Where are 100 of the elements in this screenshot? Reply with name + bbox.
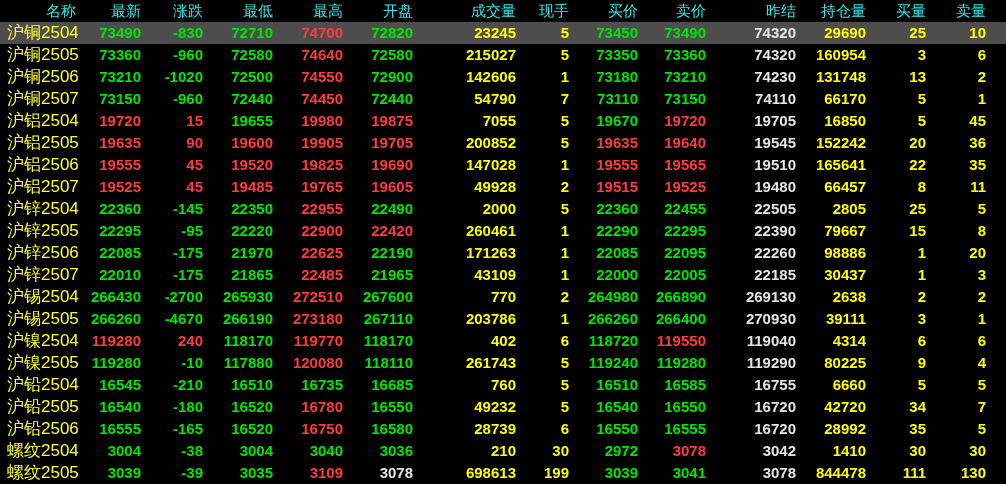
table-cell[interactable]: 沪铅2505 — [0, 396, 78, 418]
table-cell[interactable]: 沪铝2506 — [0, 154, 78, 176]
table-cell-text: 16520 — [230, 397, 274, 417]
column-header[interactable]: 最低 — [205, 0, 275, 23]
table-cell-text: 1 — [559, 265, 570, 285]
table-cell-text: 3039 — [106, 463, 142, 483]
table-cell-text: 118170 — [222, 331, 274, 351]
table-cell-text: 267600 — [361, 287, 414, 307]
table-cell[interactable]: 沪铜2504 — [0, 22, 78, 44]
table-cell-text: 203786 — [464, 309, 517, 329]
table-cell-text: 1 — [976, 309, 987, 329]
table-cell-text: 266260 — [89, 309, 142, 329]
table-cell-text: 3109 — [308, 463, 344, 483]
table-cell-text: -1020 — [163, 67, 204, 87]
table-cell: 73490 — [640, 22, 708, 44]
table-cell-text: 698613 — [464, 463, 517, 483]
column-header[interactable]: 卖量 — [928, 0, 1006, 23]
table-cell[interactable]: 沪铝2505 — [0, 132, 78, 154]
column-header[interactable]: 现手 — [518, 0, 571, 23]
table-cell-text: 270930 — [744, 309, 797, 329]
table-cell[interactable]: 沪铜2505 — [0, 44, 78, 66]
table-cell-text: 19825 — [300, 155, 344, 175]
table-cell-text: 19635 — [98, 133, 142, 153]
table-cell-text: 22360 — [98, 199, 142, 219]
table-cell-text: 16735 — [300, 375, 344, 395]
column-header[interactable]: 成交量 — [415, 0, 518, 23]
table-cell-text: 16510 — [595, 375, 639, 395]
table-cell[interactable]: 沪镍2505 — [0, 352, 78, 374]
table-cell[interactable]: 沪镍2504 — [0, 330, 78, 352]
column-header[interactable]: 开盘 — [345, 0, 415, 23]
table-cell[interactable]: 沪锡2504 — [0, 286, 78, 308]
table-cell-text: 200852 — [464, 133, 517, 153]
table-cell-text: 73350 — [595, 45, 639, 65]
table-cell[interactable]: 沪铜2507 — [0, 88, 78, 110]
table-cell[interactable]: 螺纹2505 — [0, 462, 78, 484]
table-cell-text: 3039 — [603, 463, 639, 483]
table-cell-text: 19655 — [230, 111, 274, 131]
column-header[interactable]: 持仓量 — [798, 0, 868, 23]
table-cell-text: 28992 — [823, 419, 867, 439]
table-cell-text: -4670 — [163, 309, 204, 329]
table-cell-text: 7 — [976, 397, 987, 417]
table-cell-text: -165 — [171, 419, 204, 439]
table-cell-text: 5 — [916, 89, 927, 109]
table-cell-text: 36 — [968, 133, 987, 153]
table-cell-text: 1 — [916, 243, 927, 263]
table-cell[interactable]: 沪锌2506 — [0, 242, 78, 264]
table-cell-text: 22290 — [595, 221, 639, 241]
table-cell-text: -175 — [171, 243, 204, 263]
table-cell-text: 152242 — [814, 133, 867, 153]
table-cell-text: 22185 — [753, 265, 797, 285]
table-cell-text: 160954 — [814, 45, 867, 65]
table-cell-text: 267110 — [362, 309, 414, 329]
table-cell-text: 22220 — [230, 221, 274, 241]
table-cell-text: 19670 — [595, 111, 639, 131]
table-cell-text: 1 — [559, 243, 570, 263]
table-cell-text: 2972 — [603, 441, 639, 461]
table-cell-text: 72440 — [370, 89, 414, 109]
table-cell-text: -960 — [171, 89, 204, 109]
table-cell[interactable]: 沪锌2504 — [0, 198, 78, 220]
column-header[interactable]: 昨结 — [708, 0, 798, 23]
column-header[interactable]: 卖价 — [640, 0, 708, 23]
table-cell-text: 142606 — [464, 67, 517, 87]
column-header[interactable]: 最新 — [78, 0, 143, 23]
table-cell-text: 73210 — [663, 67, 707, 87]
column-header[interactable]: 涨跌 — [143, 0, 205, 23]
table-cell[interactable]: 沪铅2506 — [0, 418, 78, 440]
table-cell-text: 2 — [976, 287, 987, 307]
table-cell-text: 39111 — [824, 309, 867, 329]
table-cell-text: 7 — [559, 89, 570, 109]
table-cell-text: 16520 — [230, 419, 274, 439]
table-cell: 72710 — [205, 22, 275, 44]
table-cell[interactable]: 螺纹2504 — [0, 440, 78, 462]
table-cell-text: 22295 — [663, 221, 707, 241]
table-cell-text: 3004 — [238, 441, 274, 461]
table-cell-text: 35 — [968, 155, 987, 175]
table-cell-text: 19720 — [663, 111, 707, 131]
table-cell-text: 6 — [916, 331, 927, 351]
table-cell-text: 16550 — [595, 419, 639, 439]
table-cell-text: 16585 — [663, 375, 707, 395]
table-cell-text: 22010 — [98, 265, 142, 285]
table-cell: 23245 — [415, 22, 518, 44]
column-header[interactable]: 买价 — [571, 0, 640, 23]
table-cell-text: 3041 — [671, 463, 707, 483]
table-cell[interactable]: 沪锌2507 — [0, 264, 78, 286]
table-cell-text: 5 — [976, 375, 987, 395]
column-header[interactable]: 名称 — [0, 0, 78, 23]
table-cell[interactable]: 沪铝2507 — [0, 176, 78, 198]
column-header[interactable]: 买量 — [868, 0, 928, 23]
table-cell-text: 22260 — [753, 243, 797, 263]
table-cell-text: 16555 — [98, 419, 142, 439]
table-cell: 10 — [928, 22, 1006, 44]
table-cell-text: 73360 — [663, 45, 707, 65]
table-cell-text: 73180 — [595, 67, 639, 87]
table-cell[interactable]: 沪铝2504 — [0, 110, 78, 132]
table-cell[interactable]: 沪锡2505 — [0, 308, 78, 330]
table-cell[interactable]: 沪锌2505 — [0, 220, 78, 242]
table-cell-text: 770 — [489, 287, 517, 307]
table-cell[interactable]: 沪铅2504 — [0, 374, 78, 396]
table-cell[interactable]: 沪铜2506 — [0, 66, 78, 88]
column-header[interactable]: 最高 — [275, 0, 345, 23]
